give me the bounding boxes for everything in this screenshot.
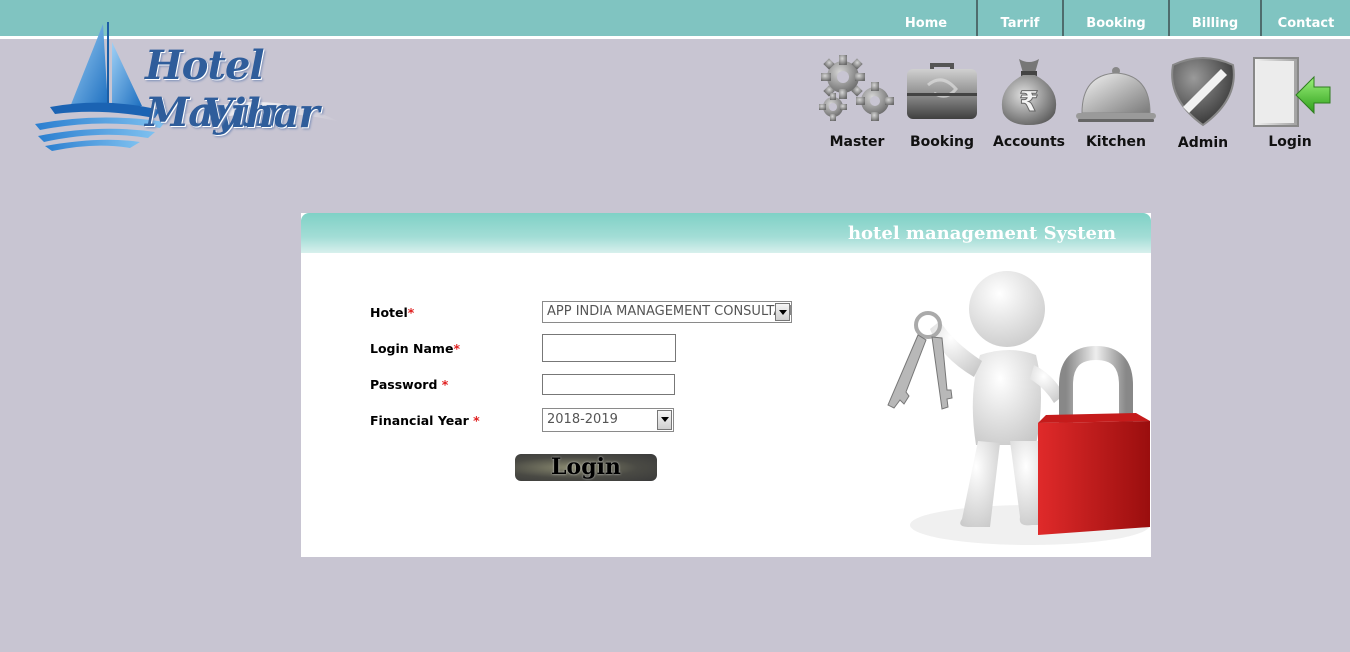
menu-kitchen[interactable]: Kitchen [1072,55,1160,155]
login-name-label: Login Name* [370,341,460,356]
password-label-text: Password [370,377,438,392]
nav-contact-link[interactable]: Contact [1260,0,1350,36]
menu-login-label: Login [1268,134,1312,150]
financial-year-required-mark: * [473,413,480,428]
hotel-required-mark: * [407,305,415,320]
nav-booking-link[interactable]: Booking [1062,0,1168,36]
person-with-keys-and-padlock-illustration [887,271,1150,545]
login-name-input[interactable] [542,334,676,362]
password-required-mark: * [441,377,449,392]
login-panel: hotel management System Hotel* APP INDIA… [301,213,1151,557]
menu-accounts[interactable]: ₹ Accounts [985,55,1073,155]
menu-booking-label: Booking [909,134,974,150]
cloche-icon [1076,67,1156,122]
menu-master-label: Master [829,134,885,150]
logo-title-line2: Vihar [202,90,320,137]
menu-booking[interactable]: Booking [898,55,986,155]
top-nav: Home Tarrif Booking Billing Contact [876,0,1350,36]
chevron-down-icon[interactable] [775,303,790,321]
panel-title: hotel management System [847,223,1116,244]
login-panel-header: hotel management System [301,213,1151,253]
menu-admin[interactable]: Admin [1159,55,1247,155]
nav-tarrif-link[interactable]: Tarrif [976,0,1062,36]
financial-year-label-text: Financial Year [370,413,469,428]
nav-billing-link[interactable]: Billing [1168,0,1260,36]
badge-icon [1171,57,1235,127]
financial-year-select[interactable]: 2018-2019 [542,408,674,432]
svg-text:₹: ₹ [1019,85,1038,118]
menu-admin-label: Admin [1177,135,1229,151]
chevron-down-icon[interactable] [657,410,672,430]
hotel-logo[interactable]: Hotel Mayur Vihar [30,22,370,157]
menu-login[interactable]: Login [1246,55,1334,155]
menu-kitchen-label: Kitchen [1085,134,1147,150]
icon-menu: Master Booking ₹ Accounts Kitchen Admin … [810,55,1350,155]
login-door-icon [1253,57,1331,127]
nav-home-link[interactable]: Home [876,0,976,36]
menu-accounts-label: Accounts [992,134,1065,150]
financial-year-label: Financial Year * [370,413,480,428]
password-label: Password * [370,377,448,392]
gears-icon [819,55,894,121]
money-bag-icon: ₹ [1001,59,1057,125]
hotel-label: Hotel* [370,305,414,320]
hotel-select-value: APP INDIA MANAGEMENT CONSULTANTS [547,304,792,319]
briefcase-icon [907,63,977,119]
menu-master[interactable]: Master [813,55,901,155]
password-input[interactable] [542,374,675,395]
login-button[interactable]: Login [515,454,657,481]
login-name-label-text: Login Name [370,341,454,356]
hotel-label-text: Hotel [370,305,408,320]
financial-year-select-value: 2018-2019 [547,412,618,427]
login-name-required-mark: * [453,341,460,356]
hotel-select[interactable]: APP INDIA MANAGEMENT CONSULTANTS [542,301,792,323]
